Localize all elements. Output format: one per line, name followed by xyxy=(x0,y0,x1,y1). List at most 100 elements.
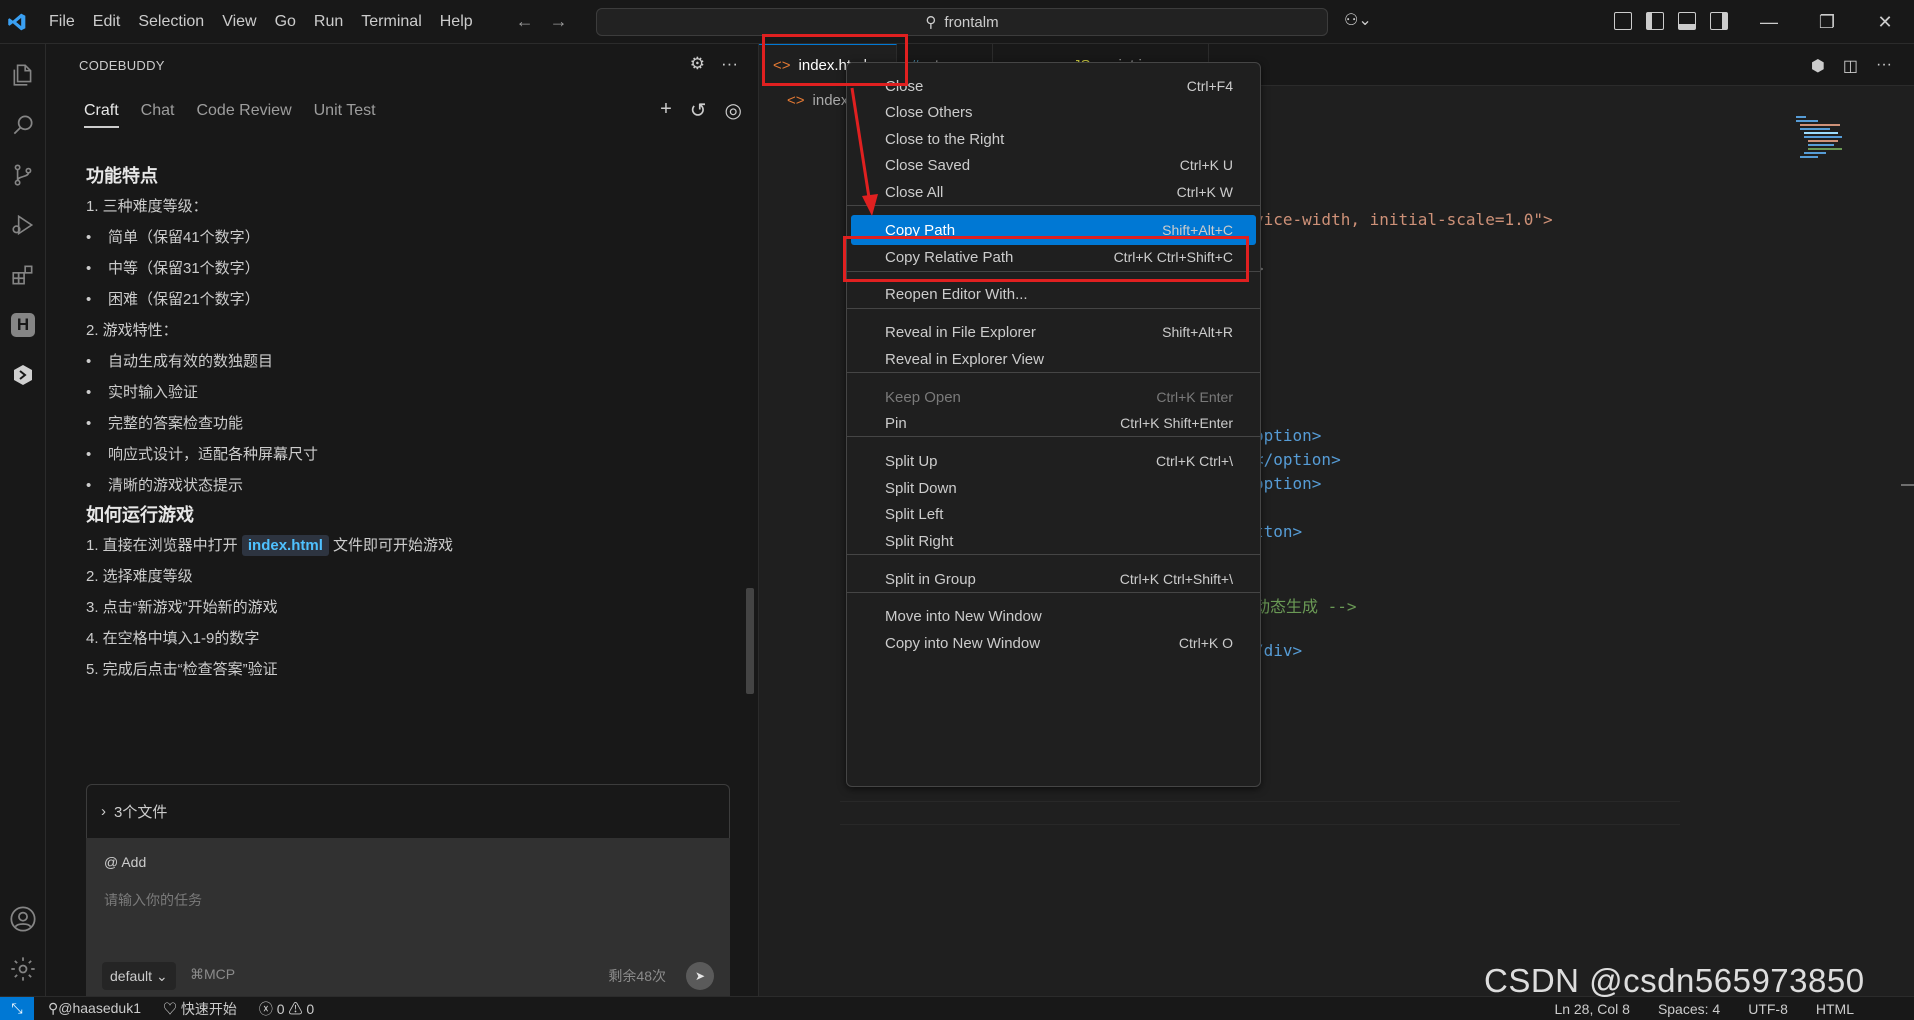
command-center-search[interactable]: ⚲ frontalm xyxy=(596,8,1328,36)
toggle-primary-sidebar-icon[interactable] xyxy=(1646,12,1664,30)
mcp-button[interactable]: ⌘MCP xyxy=(190,966,235,983)
menu-item-split-left[interactable]: Split Left xyxy=(851,499,1256,529)
codebuddy-icon[interactable] xyxy=(6,358,40,392)
menu-terminal[interactable]: Terminal xyxy=(352,0,430,44)
task-input[interactable]: 请输入你的任务 xyxy=(104,890,202,910)
menu-view[interactable]: View xyxy=(213,0,265,44)
back-arrow-icon[interactable]: ← xyxy=(516,11,534,32)
inline-code-file[interactable]: index.html xyxy=(241,535,329,556)
list-item: 2. 游戏特性： xyxy=(86,322,178,339)
menu-separator xyxy=(847,205,1260,206)
send-icon[interactable]: ➤ xyxy=(686,962,714,990)
toggle-secondary-sidebar-icon[interactable] xyxy=(1710,12,1728,30)
list-item: • 实时输入验证 xyxy=(86,384,199,401)
search-icon: ⚲ xyxy=(925,14,937,31)
menu-go[interactable]: Go xyxy=(266,0,305,44)
chat-response: 功能特点 1. 三种难度等级： • 简单（保留41个数字） • 中等（保留31个数字… xyxy=(86,162,746,685)
panel-scrollbar[interactable] xyxy=(746,588,754,694)
menu-item-move-into-new-window[interactable]: Move into New Window xyxy=(851,601,1256,631)
menu-edit[interactable]: Edit xyxy=(84,0,130,44)
menu-run[interactable]: Run xyxy=(305,0,352,44)
warning-icon: ⚠ xyxy=(288,1000,307,1017)
forward-arrow-icon[interactable]: → xyxy=(550,11,568,32)
activity-bar: H xyxy=(0,44,46,996)
tab-chat[interactable]: Chat xyxy=(141,102,175,128)
model-select[interactable]: default ⌄ xyxy=(102,962,176,990)
menu-item-split-right[interactable]: Split Right xyxy=(851,526,1256,556)
search-icon[interactable] xyxy=(6,108,40,142)
codebuddy-editor-icon[interactable]: ⬢ xyxy=(1811,56,1825,76)
section-heading: 功能特点 xyxy=(86,166,158,186)
menu-item-reveal-in-file-explorer[interactable]: Reveal in File Explorer Shift+Alt+R xyxy=(851,317,1256,347)
codebuddy-panel: CODEBUDDY ⚙ ··· Craft Chat Code Review U… xyxy=(46,44,759,1006)
task-input-box[interactable]: @ Add 请输入你的任务 default ⌄ ⌘MCP 剩余48次 ➤ xyxy=(86,838,730,1006)
changed-files-toggle[interactable]: › 3个文件 xyxy=(86,784,730,838)
menu-item-split-up[interactable]: Split Up Ctrl+K Ctrl+\ xyxy=(851,446,1256,476)
explorer-icon[interactable] xyxy=(6,58,40,92)
menu-separator xyxy=(847,436,1260,437)
minimap[interactable] xyxy=(1794,114,1864,174)
menu-item-close-all[interactable]: Close All Ctrl+K W xyxy=(851,177,1256,207)
source-control-icon[interactable] xyxy=(6,158,40,192)
run-debug-icon[interactable] xyxy=(6,208,40,242)
close-window-icon[interactable]: ✕ xyxy=(1856,0,1914,44)
split-editor-icon[interactable]: ◫ xyxy=(1843,56,1858,76)
code-line: /div> xyxy=(1254,641,1303,660)
tab-unit-test[interactable]: Unit Test xyxy=(314,102,376,128)
menu-file[interactable]: File xyxy=(40,0,84,44)
more-actions-icon[interactable]: ··· xyxy=(721,54,738,74)
history-icon[interactable]: ↺ xyxy=(690,98,707,123)
chevron-right-icon: › xyxy=(101,803,106,820)
list-item: 2. 选择难度等级 xyxy=(86,568,193,585)
status-encoding[interactable]: UTF-8 xyxy=(1748,1001,1788,1017)
status-user[interactable]: ⚲@haaseduk1 xyxy=(48,1000,141,1017)
menu-selection[interactable]: Selection xyxy=(129,0,213,44)
plugin-icon[interactable]: ⚙ xyxy=(690,54,705,74)
menu-item-split-in-group[interactable]: Split in Group Ctrl+K Ctrl+Shift+\ xyxy=(851,564,1256,594)
tab-craft[interactable]: Craft xyxy=(84,102,119,128)
list-item: 1. 三种难度等级： xyxy=(86,198,208,215)
extensions-icon[interactable] xyxy=(6,258,40,292)
title-bar: File Edit Selection View Go Run Terminal… xyxy=(0,0,1914,44)
menu-separator xyxy=(847,308,1260,309)
scrollbar-marker xyxy=(1901,484,1914,486)
status-language[interactable]: HTML xyxy=(1816,1001,1854,1017)
status-indentation[interactable]: Spaces: 4 xyxy=(1658,1001,1720,1017)
menu-item-reveal-in-explorer-view[interactable]: Reveal in Explorer View xyxy=(851,344,1256,374)
annotation-arrow-icon xyxy=(850,87,878,216)
remote-indicator-icon[interactable]: ⤡ xyxy=(0,996,34,1020)
code-line: </option> xyxy=(1254,450,1341,469)
menu-item-close-saved[interactable]: Close Saved Ctrl+K U xyxy=(851,150,1256,180)
account-icon[interactable] xyxy=(6,902,40,936)
add-context-button[interactable]: @ Add xyxy=(104,854,146,870)
menu-item-pin[interactable]: Pin Ctrl+K Shift+Enter xyxy=(851,408,1256,438)
menu-help[interactable]: Help xyxy=(431,0,482,44)
list-item: • 自动生成有效的数独题目 xyxy=(86,353,274,370)
copilot-icon[interactable]: ⚇⌄ xyxy=(1344,10,1372,30)
customize-layout-icon[interactable] xyxy=(1614,12,1632,30)
list-item: 5. 完成后点击“检查答案”验证 xyxy=(86,661,278,678)
settings-icon[interactable]: ◎ xyxy=(725,98,742,123)
status-cursor-position[interactable]: Ln 28, Col 8 xyxy=(1554,1001,1630,1017)
restore-icon[interactable]: ❐ xyxy=(1798,0,1856,44)
toggle-panel-icon[interactable] xyxy=(1678,12,1696,30)
menu-item-copy-into-new-window[interactable]: Copy into New Window Ctrl+K O xyxy=(851,628,1256,658)
menu-item-close-others[interactable]: Close Others xyxy=(851,97,1256,127)
tab-context-menu: Close Ctrl+F4 Close Others Close to the R… xyxy=(846,62,1261,787)
status-problems[interactable]: ⓧ 0 ⚠ 0 xyxy=(259,999,314,1019)
minimize-icon[interactable]: — xyxy=(1740,0,1798,44)
more-actions-icon[interactable]: ··· xyxy=(1876,56,1892,76)
search-icon: ⚲ xyxy=(48,1000,59,1016)
code-line: option> xyxy=(1254,426,1322,445)
tab-code-review[interactable]: Code Review xyxy=(196,102,291,128)
annotation-tab-highlight xyxy=(762,34,908,86)
panel-title: CODEBUDDY xyxy=(79,58,165,73)
new-chat-icon[interactable]: + xyxy=(660,98,672,123)
menu-item-reopen-editor-with[interactable]: Reopen Editor With... xyxy=(851,279,1256,309)
h-extension-icon[interactable]: H xyxy=(6,308,40,342)
status-quickstart[interactable]: ♡ 快速开始 xyxy=(163,999,237,1019)
settings-gear-icon[interactable] xyxy=(6,952,40,986)
code-line: vice-width, initial-scale=1.0"> xyxy=(1254,210,1553,229)
files-count: 3个文件 xyxy=(114,804,168,821)
remaining-count: 剩余48次 xyxy=(608,968,666,984)
